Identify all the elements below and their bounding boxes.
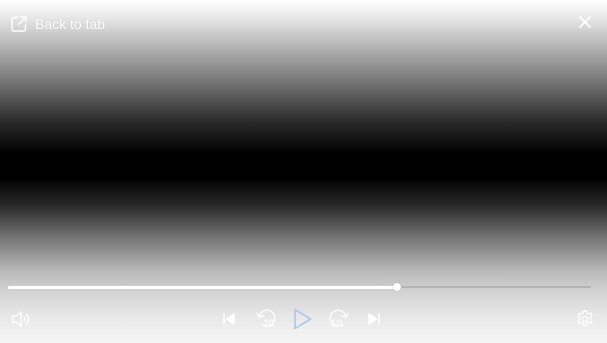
- external-link-icon: [10, 15, 28, 33]
- skip-next-icon: [366, 311, 382, 327]
- play-button[interactable]: [290, 306, 314, 332]
- seek-bar-played: [8, 286, 397, 289]
- speaker-icon: [10, 309, 32, 329]
- next-button[interactable]: [366, 311, 382, 327]
- volume-button[interactable]: [10, 309, 32, 329]
- forward-button[interactable]: 10: [328, 307, 350, 331]
- seek-bar-thumb[interactable]: [393, 283, 401, 291]
- video-player: Back to tab 10 10: [0, 0, 607, 343]
- rewind-seconds: 10: [263, 319, 275, 330]
- forward-seconds: 10: [331, 319, 343, 330]
- rewind-button[interactable]: 10: [255, 307, 277, 331]
- gear-icon: [575, 309, 595, 329]
- forward-10-icon: 10: [328, 307, 350, 331]
- close-button[interactable]: [577, 14, 593, 30]
- settings-button[interactable]: [575, 309, 595, 329]
- seek-bar[interactable]: [8, 280, 591, 294]
- back-to-tab-label: Back to tab: [35, 16, 106, 32]
- rewind-10-icon: 10: [255, 307, 277, 331]
- skip-previous-icon: [221, 311, 237, 327]
- previous-button[interactable]: [221, 311, 237, 327]
- back-to-tab-button[interactable]: Back to tab: [10, 13, 105, 35]
- close-icon: [577, 14, 593, 30]
- play-icon: [290, 306, 314, 332]
